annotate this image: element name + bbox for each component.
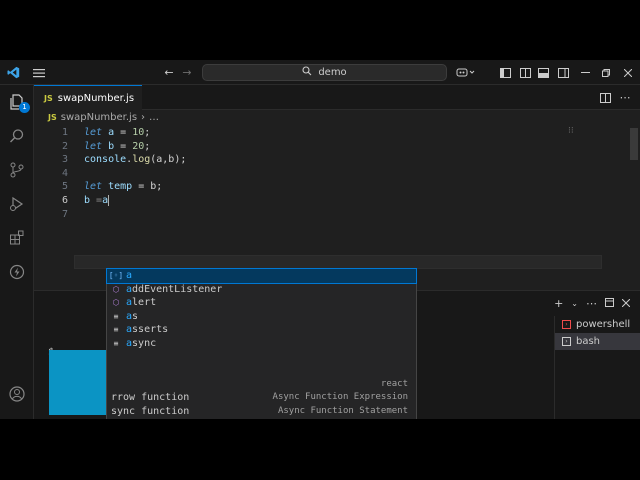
keyword-icon: ≡ [113,325,119,335]
code-line-3: console.log(a,b); [84,154,187,166]
search-icon[interactable] [4,123,30,149]
close-icon[interactable] [621,65,635,80]
new-terminal-icon[interactable]: + [554,297,563,310]
toggle-panel-icon[interactable] [518,65,532,80]
letterbox-top [0,0,640,60]
keyword-icon: ≡ [113,339,119,348]
account-icon[interactable] [4,381,30,407]
breadcrumb-file[interactable]: swapNumber.js [61,112,137,123]
toggle-secondary-sidebar-icon[interactable] [536,65,550,80]
chevron-down-icon[interactable]: ⌄ [571,299,578,308]
terminal-list: › powershell › bash [554,316,640,419]
javascript-file-icon: JS [44,93,53,103]
suggestion-widget[interactable]: [◦] a ⬡ addEventListener ⬡ alert ≡ as ≡ … [106,268,417,419]
line-number: 3 [61,154,68,166]
suggestion-item[interactable]: ≡ async [107,337,416,351]
editor-scrollbar[interactable] [630,128,638,160]
extensions-icon[interactable] [4,225,30,251]
activity-bar: 1 [0,85,34,419]
menu-icon[interactable] [32,65,46,80]
source-control-icon[interactable] [4,157,30,183]
more-actions-icon[interactable]: ⋯ [618,90,632,105]
breadcrumb: JS swapNumber.js › … [48,112,159,123]
run-debug-icon[interactable] [4,191,30,217]
variable-icon: [◦] [108,271,124,280]
letterbox-bottom [0,419,640,480]
back-arrow-icon[interactable]: ← [162,65,176,80]
fold-icon[interactable]: ⁝⁝ [568,126,574,136]
maximize-panel-icon[interactable] [605,297,614,310]
panel-actions: + ⌄ ⋯ [554,297,631,310]
command-center-search[interactable]: demo [202,64,447,81]
copilot-icon[interactable] [455,65,477,80]
terminal-item-powershell[interactable]: › powershell [555,316,640,333]
customize-layout-icon[interactable] [556,65,570,80]
suggestion-item[interactable]: ⬡ alert [107,296,416,310]
minimize-icon[interactable] [578,65,592,80]
breadcrumb-more[interactable]: … [149,112,159,123]
text-cursor [108,194,110,206]
forward-arrow-icon[interactable]: → [180,65,194,80]
explorer-icon[interactable]: 1 [4,89,30,115]
title-bar: ← → demo [0,60,640,85]
search-icon [302,66,312,79]
javascript-file-icon: JS [48,113,57,122]
suggestion-item[interactable]: ≡ as [107,310,416,324]
suggestion-item[interactable]: react [107,378,416,392]
line-number: 1 [61,127,68,138]
code-line-5: let temp = b; [84,181,163,193]
suggestion-item[interactable]: ⬡ addEventListener [107,283,416,297]
explorer-badge: 1 [19,102,30,113]
terminal-icon: › [562,320,571,329]
suggestion-item[interactable]: [◦] a [106,268,417,284]
toggle-sidebar-icon[interactable] [498,65,512,80]
line-number: 2 [61,140,68,152]
method-icon: ⬡ [112,298,120,308]
code-editor[interactable]: 1 2 3 4 5 6 7 let a = 10; let b = 20; co… [34,126,628,290]
restore-icon[interactable] [599,65,613,80]
terminal-label: bash [576,336,601,347]
line-number: 6 [61,195,68,206]
vscode-window: ← → demo 1 JS swapNumber.js ⋯ JS swapNum… [0,60,640,419]
line-number: 5 [61,181,68,193]
suggestion-item[interactable]: ≡ asserts [107,323,416,337]
code-line-2: let b = 20; [84,140,151,152]
tab-label: swapNumber.js [57,92,135,104]
chevron-right-icon: › [141,112,146,123]
split-editor-icon[interactable] [598,90,612,105]
keyword-icon: ≡ [113,311,119,321]
close-panel-icon[interactable] [621,297,631,310]
command-center-text: demo [318,67,347,78]
terminal-item-bash[interactable]: › bash [555,333,640,350]
terminal-icon: › [562,337,571,346]
terminal-label: powershell [576,319,631,330]
editor-tab-bar: JS swapNumber.js ⋯ [34,85,640,110]
method-icon: ⬡ [112,284,120,294]
suggestion-item[interactable]: sync function Async Function Statement [107,405,416,419]
code-line-6: b =a [84,194,110,206]
code-line-1: let a = 10; [84,127,151,138]
line-number: 4 [61,167,68,179]
current-line-highlight [74,255,602,269]
more-actions-icon[interactable]: ⋯ [586,297,597,310]
vscode-logo-icon [6,65,20,80]
lightning-icon[interactable] [4,259,30,285]
line-number: 7 [61,208,68,220]
suggestion-item[interactable]: rrow function Async Function Expression [107,391,416,405]
tab-swapnumber-js[interactable]: JS swapNumber.js [34,85,142,110]
